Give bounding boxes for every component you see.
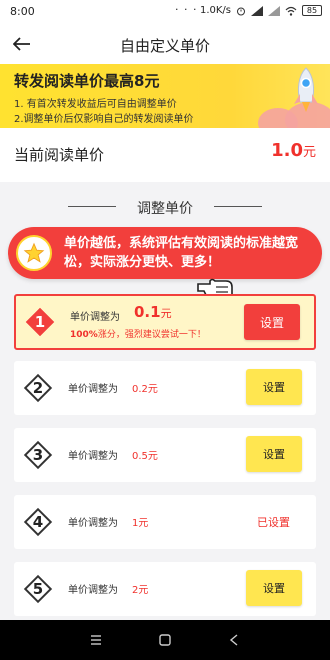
- recents-button[interactable]: [76, 620, 116, 660]
- set-button-1[interactable]: 设置: [244, 304, 300, 340]
- alarm-icon: [237, 7, 245, 15]
- current-price-label: 当前阅读单价: [14, 146, 105, 164]
- back-system-button[interactable]: [214, 620, 254, 660]
- status-indicators: 1.0K/s 85: [200, 5, 322, 16]
- price-option-3: 3 单价调整为 0.5元 设置: [14, 428, 316, 482]
- banner-title: 转发阅读单价最高8元: [14, 72, 160, 90]
- status-time: 8:00: [10, 5, 35, 18]
- price-option-4: 4 单价调整为 1元 已设置: [14, 495, 316, 549]
- star-icon: [23, 242, 45, 263]
- option-hint: 100%涨分，强烈建议尝试一下！: [70, 330, 206, 340]
- option-label: 单价调整为: [68, 585, 118, 596]
- banner-rule-2: 2.调整单价后仅影响自己的转发阅读单价: [14, 114, 194, 125]
- set-button-3[interactable]: 设置: [246, 436, 302, 472]
- back-triangle-icon: [229, 634, 238, 646]
- home-square-icon: [159, 634, 171, 646]
- option-number-badge: 2: [23, 373, 53, 403]
- home-button[interactable]: [145, 620, 185, 660]
- status-bar: 8:00 · · · 1.0K/s 85: [0, 0, 330, 24]
- wifi-icon: [285, 6, 297, 16]
- option-value: 0.2元: [132, 384, 158, 395]
- current-price-value: 1.0元: [271, 140, 316, 161]
- battery-icon: 85: [302, 5, 322, 16]
- info-banner: 转发阅读单价最高8元 1. 有首次转发收益后可自由调整单价 2.调整单价后仅影响…: [0, 64, 330, 128]
- option-number-badge: 3: [23, 440, 53, 470]
- banner-rule-1: 1. 有首次转发收益后可自由调整单价: [14, 99, 177, 110]
- option-label: 单价调整为: [68, 518, 118, 529]
- system-nav-bar: [0, 620, 330, 660]
- already-set-status: 已设置: [257, 516, 290, 529]
- option-label: 单价调整为: [70, 312, 120, 323]
- nav-bar: 自由定义单价: [0, 24, 330, 64]
- price-option-5: 5 单价调整为 2元 设置: [14, 562, 316, 616]
- rocket-icon: [294, 67, 318, 112]
- menu-icon: [91, 635, 101, 645]
- network-speed: 1.0K/s: [199, 5, 231, 16]
- option-number-badge: 1: [25, 307, 55, 337]
- promo-text: 单价越低，系统评估有效阅读的标准越宽松，实际涨分更快、更多！: [64, 236, 299, 270]
- page-title: 自由定义单价: [119, 37, 210, 55]
- price-option-2: 2 单价调整为 0.2元 设置: [14, 361, 316, 415]
- option-value: 2元: [132, 585, 149, 596]
- option-number-badge: 4: [23, 507, 53, 537]
- section-divider-right: [214, 206, 262, 207]
- option-label: 单价调整为: [68, 451, 118, 462]
- current-price-row: 当前阅读单价 1.0元: [0, 128, 330, 182]
- section-title: 调整单价: [137, 201, 193, 217]
- option-number-badge: 5: [23, 574, 53, 604]
- option-value: 1元: [132, 518, 149, 529]
- price-option-1: 1 单价调整为 0.1元 100%涨分，强烈建议尝试一下！ 设置: [14, 294, 316, 350]
- option-value: 0.5元: [132, 451, 158, 462]
- set-button-5[interactable]: 设置: [246, 570, 302, 606]
- signal-icon-2: [268, 5, 280, 16]
- signal-icon: [251, 5, 263, 16]
- option-label: 单价调整为: [68, 384, 118, 395]
- set-button-2[interactable]: 设置: [246, 369, 302, 405]
- promo-banner: 单价越低，系统评估有效阅读的标准越宽松，实际涨分更快、更多！: [8, 227, 322, 279]
- notification-dots: · · ·: [175, 3, 198, 16]
- option-value: 0.1元: [134, 303, 172, 321]
- star-badge: [16, 235, 52, 271]
